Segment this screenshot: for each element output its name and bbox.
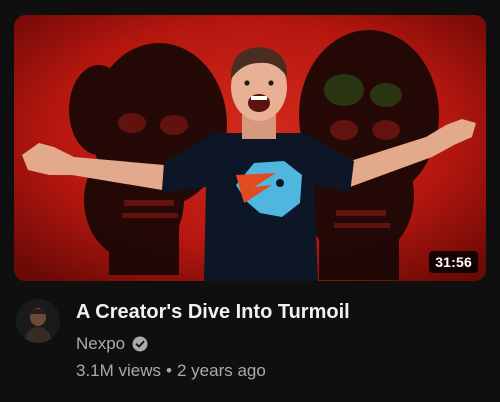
view-count: 3.1M views bbox=[76, 361, 162, 380]
channel-info: Nexpo bbox=[76, 333, 148, 355]
channel-name[interactable]: Nexpo bbox=[76, 334, 125, 354]
meta-separator: • bbox=[166, 361, 172, 380]
video-title[interactable]: A Creator's Dive Into Turmoil bbox=[76, 300, 486, 324]
avatar-image bbox=[16, 299, 60, 343]
video-card[interactable]: 31:56 A Creator's Dive Into Turmoil Nexp… bbox=[0, 0, 500, 402]
video-thumbnail[interactable]: 31:56 bbox=[14, 15, 486, 281]
channel-avatar[interactable] bbox=[16, 299, 60, 343]
verified-check-icon bbox=[132, 336, 148, 352]
video-metadata: 3.1M views • 2 years ago bbox=[76, 360, 266, 382]
upload-age: 2 years ago bbox=[176, 361, 266, 380]
duration-badge: 31:56 bbox=[429, 251, 478, 273]
thumbnail-image bbox=[14, 15, 486, 281]
